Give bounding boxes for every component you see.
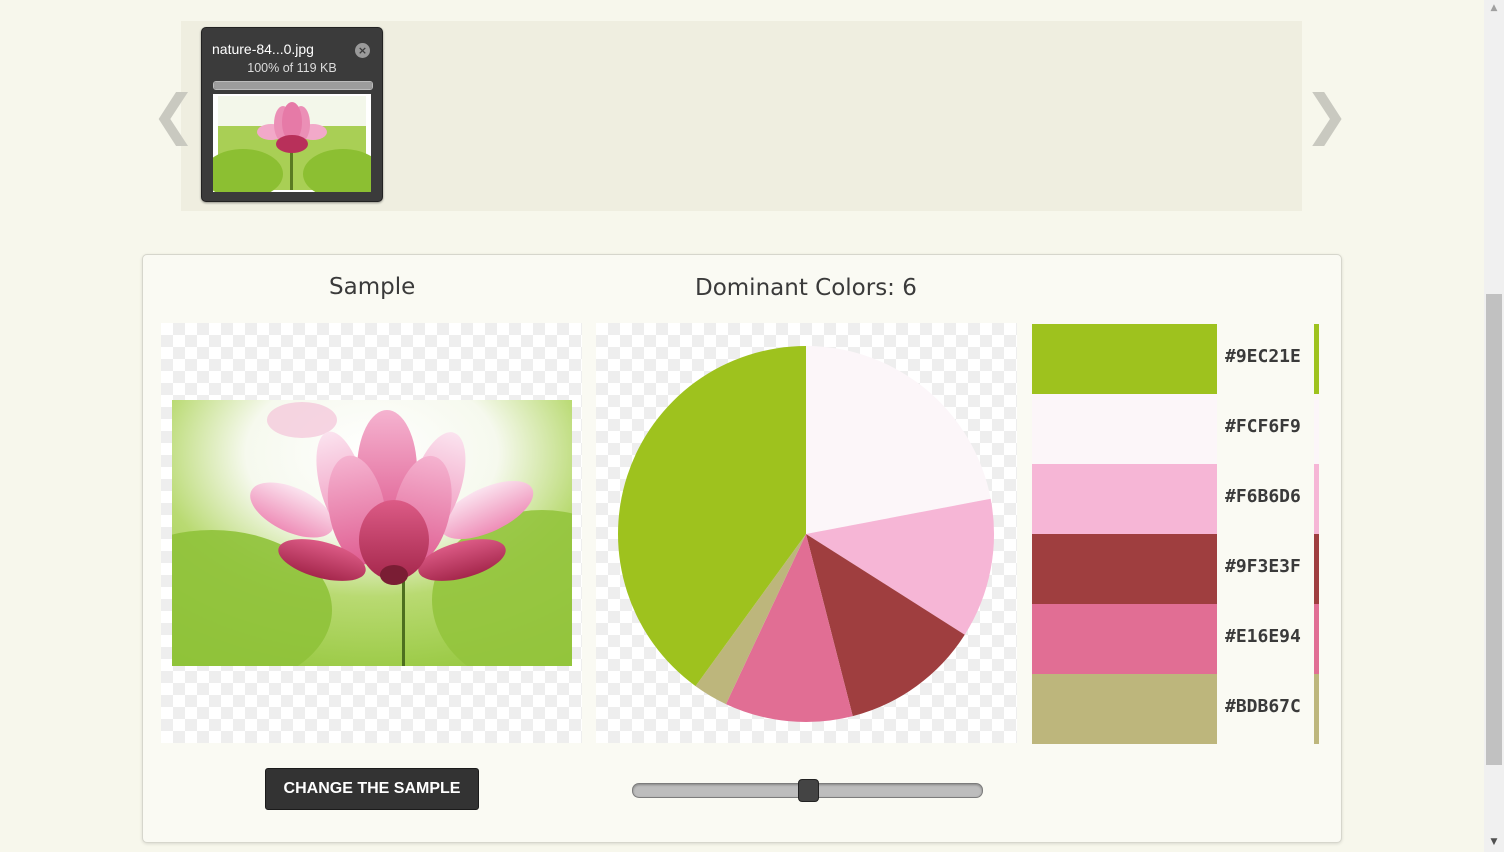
swatch-color-block[interactable] [1032,674,1217,744]
pie-chart-area [596,323,1017,743]
swatch-row[interactable]: #F6B6D6 [1032,464,1320,534]
uploaded-file-card[interactable]: nature-84...0.jpg × 100% of 119 KB [201,27,383,202]
close-icon[interactable]: × [355,43,370,58]
swatch-color-block[interactable] [1032,324,1217,394]
scrollbar-thumb[interactable] [1486,294,1502,765]
prev-arrow-button[interactable]: ❮ [151,88,196,142]
page-scrollbar[interactable]: ▲ ▼ [1484,0,1504,852]
sample-title: Sample [329,274,416,300]
file-progress-fill [214,82,372,89]
color-count-slider-handle[interactable] [798,779,819,802]
next-arrow-button[interactable]: ❯ [1304,88,1349,142]
lotus-sample-image [172,400,572,666]
scroll-down-arrow-icon[interactable]: ▼ [1484,834,1504,851]
change-sample-button[interactable]: CHANGE THE SAMPLE [265,768,479,810]
swatch-hex-label: #9EC21E [1225,346,1301,367]
swatch-hex-label: #FCF6F9 [1225,416,1301,437]
file-progress-text: 100% of 119 KB [247,61,337,75]
file-name: nature-84...0.jpg [212,41,314,57]
swatch-row[interactable]: #FCF6F9 [1032,394,1320,464]
scroll-up-arrow-icon[interactable]: ▲ [1484,0,1504,17]
swatch-color-block[interactable] [1032,534,1217,604]
swatch-edge-strip [1314,324,1319,394]
swatch-edge-strip [1314,674,1319,744]
swatch-color-block[interactable] [1032,604,1217,674]
swatch-hex-label: #E16E94 [1225,626,1301,647]
swatch-row[interactable]: #E16E94 [1032,604,1320,674]
swatch-color-block[interactable] [1032,394,1217,464]
swatch-color-block[interactable] [1032,464,1217,534]
swatch-edge-strip [1314,604,1319,674]
swatch-row[interactable]: #BDB67C [1032,674,1320,744]
dominant-colors-pie-chart [618,346,994,722]
swatch-hex-label: #9F3E3F [1225,556,1301,577]
swatch-edge-strip [1314,534,1319,604]
swatch-row[interactable]: #9F3E3F [1032,534,1320,604]
sample-image-area [161,323,582,743]
lotus-thumbnail-image [203,96,383,199]
file-progress-bar [213,81,373,90]
swatch-edge-strip [1314,394,1319,464]
swatch-hex-label: #BDB67C [1225,696,1301,717]
dominant-colors-title: Dominant Colors: 6 [695,275,917,301]
swatch-edge-strip [1314,464,1319,534]
swatch-list: #9EC21E #FCF6F9 #F6B6D6 #9F3E3F #E16E94 #BDB6… [1032,324,1320,744]
file-thumbnail [203,94,383,199]
swatch-hex-label: #F6B6D6 [1225,486,1301,507]
swatch-row[interactable]: #9EC21E [1032,324,1320,394]
